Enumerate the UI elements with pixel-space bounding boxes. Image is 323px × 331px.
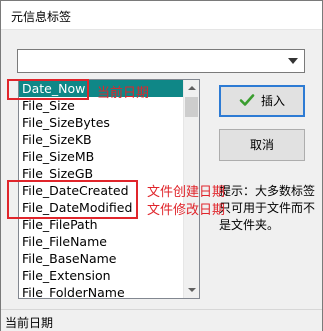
annotation-box-file-dates — [7, 180, 138, 219]
list-item[interactable]: File_SizeKB — [19, 131, 183, 148]
scroll-down-arrow-icon[interactable] — [184, 282, 199, 298]
scroll-up-arrow-icon[interactable] — [184, 80, 199, 96]
list-item[interactable]: File_FileName — [19, 233, 183, 250]
list-item[interactable]: File_Extension — [19, 267, 183, 284]
list-item[interactable]: File_FolderName — [19, 284, 183, 298]
status-text: 当前日期 — [5, 316, 54, 330]
checkmark-icon — [239, 94, 255, 106]
status-bar: 当前日期 — [1, 309, 322, 331]
chevron-down-icon[interactable] — [288, 58, 298, 64]
scroll-thumb[interactable] — [185, 97, 198, 117]
list-item[interactable]: File_BaseName — [19, 250, 183, 267]
cancel-button[interactable]: 取消 — [219, 129, 305, 161]
tag-category-dropdown[interactable] — [17, 49, 305, 73]
annotation-box-date-now — [7, 79, 89, 100]
cancel-button-label: 取消 — [249, 138, 274, 152]
insert-button-label: 插入 — [260, 94, 285, 108]
dialog-window: 元信息标签 Date_Now File_Size File_SizeBytes Fil… — [0, 0, 323, 331]
title-bar[interactable]: 元信息标签 — [1, 1, 322, 30]
insert-button[interactable]: 插入 — [219, 85, 305, 117]
annotation-label-date-modified: 文件修改日期 — [147, 203, 226, 218]
window-title: 元信息标签 — [11, 10, 72, 24]
list-item[interactable]: File_SizeMB — [19, 148, 183, 165]
hint-text: 提示：大多数标签只可用于文件而不是文件夹。 — [219, 184, 316, 232]
annotation-label-date-created: 文件创建日期 — [147, 185, 226, 200]
list-item[interactable]: File_SizeBytes — [19, 114, 183, 131]
annotation-label-date-now: 当前日期 — [97, 86, 150, 101]
